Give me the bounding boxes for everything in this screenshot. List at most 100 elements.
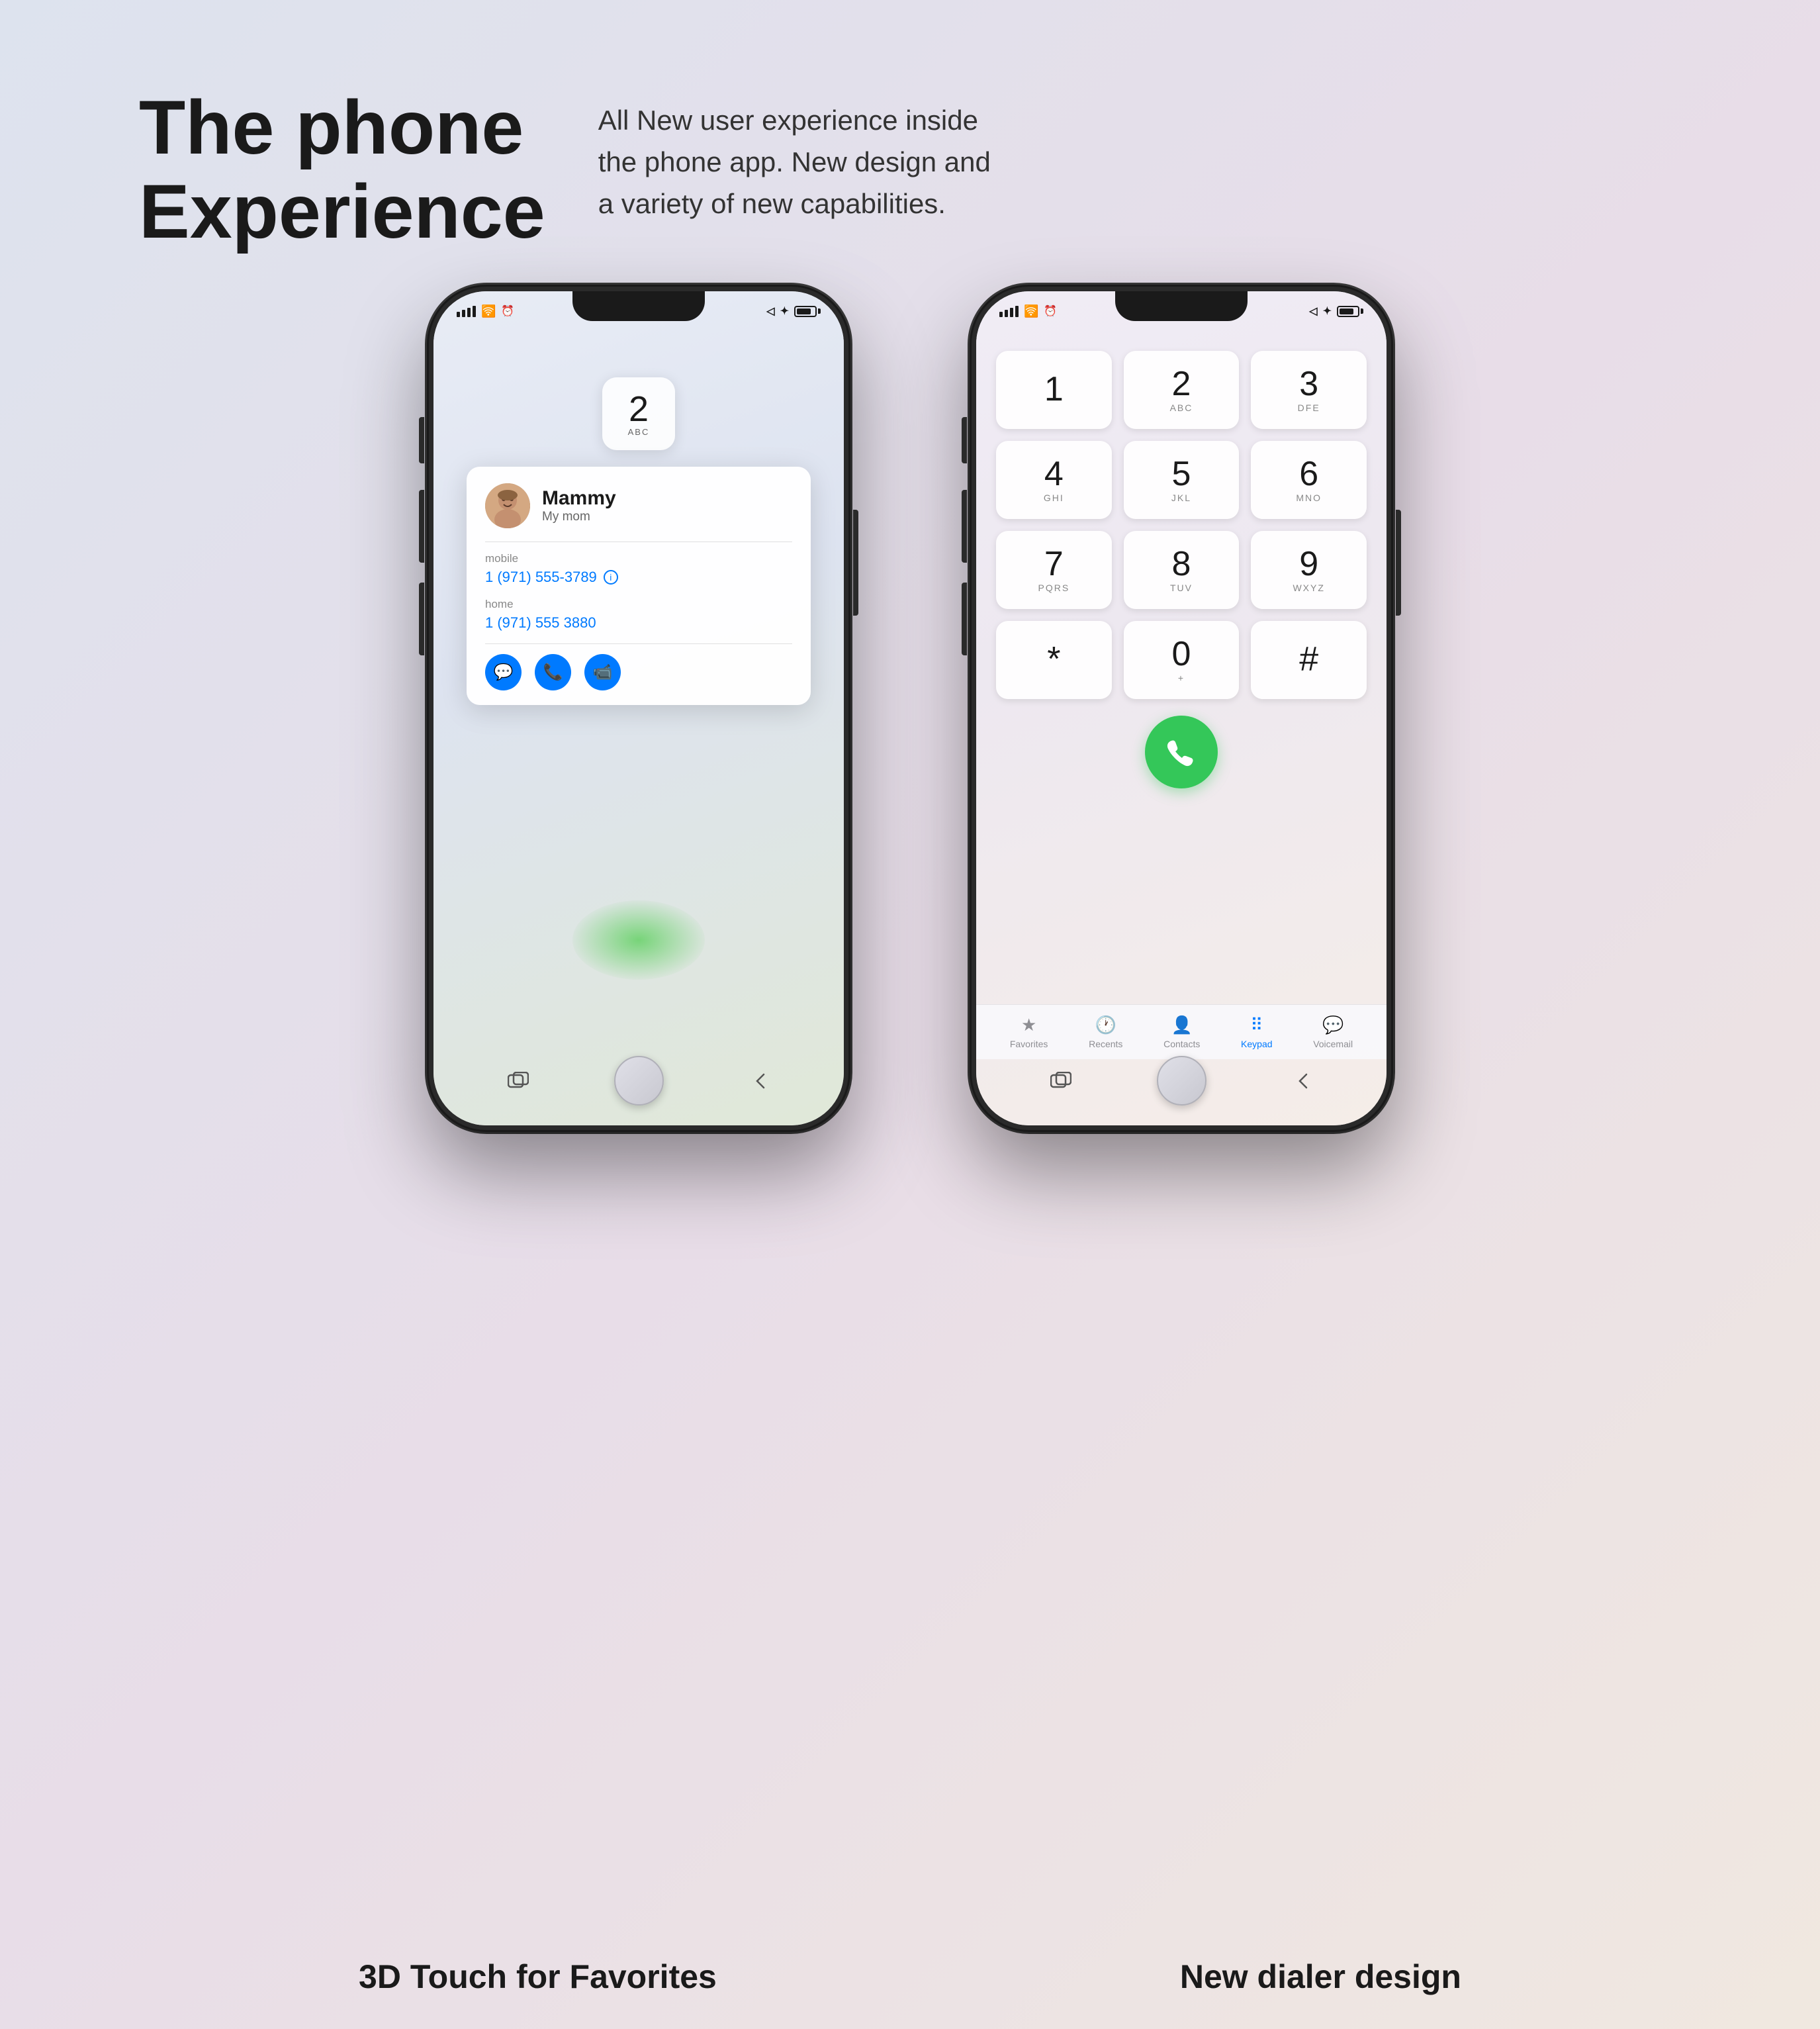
title-line1: The phone (139, 85, 523, 170)
volume-down-button (419, 583, 424, 655)
multitask-button[interactable] (498, 1061, 538, 1101)
battery-icon (794, 306, 821, 317)
title-line2: Experience (139, 169, 545, 254)
video-button[interactable]: 📹 (584, 654, 621, 690)
keypad-label: Keypad (1241, 1039, 1272, 1049)
dialer-key-2[interactable]: 2 ABC (602, 377, 675, 450)
signal-bar-3 (467, 308, 471, 317)
message-icon: 💬 (494, 663, 514, 682)
notch-2 (1115, 291, 1248, 321)
location-icon-2: ◁ (1309, 305, 1317, 318)
page-title: The phone Experience (139, 86, 545, 254)
alarm-icon: ⏰ (501, 305, 514, 318)
recents-label: Recents (1089, 1039, 1122, 1049)
voicemail-icon: 💬 (1322, 1015, 1343, 1035)
key-1[interactable]: 1 (996, 351, 1112, 429)
key-9[interactable]: 9 WXYZ (1251, 531, 1367, 609)
tab-voicemail[interactable]: 💬 Voicemail (1313, 1015, 1353, 1049)
key-hash[interactable]: # (1251, 621, 1367, 699)
tab-bar: ★ Favorites 🕐 Recents 👤 Contacts ⠿ Keypa… (976, 1004, 1387, 1059)
key-star[interactable]: * (996, 621, 1112, 699)
home-button-2[interactable] (1157, 1056, 1206, 1106)
caption-1: 3D Touch for Favorites (359, 1958, 717, 1996)
back-button-2[interactable] (1283, 1061, 1322, 1101)
status-left-2: 🛜 ⏰ (999, 305, 1057, 318)
battery-icon-2 (1337, 306, 1363, 317)
divider-2 (485, 643, 792, 644)
back-button[interactable] (740, 1061, 780, 1101)
signal-bar-1 (457, 312, 460, 317)
mute-button (419, 417, 424, 463)
phones-container: 🛜 ⏰ 9:41 ◁ ✦ 2 ABC (0, 285, 1820, 1132)
alarm-icon-2: ⏰ (1044, 305, 1057, 318)
phone-2-frame: 🛜 ⏰ 9:41 ◁ ✦ (970, 285, 1393, 1132)
contacts-icon: 👤 (1171, 1015, 1193, 1035)
mobile-label: mobile (485, 552, 792, 565)
bottom-bar-1 (433, 1056, 844, 1106)
wifi-icon-2: 🛜 (1024, 305, 1038, 318)
video-icon: 📹 (593, 663, 613, 682)
status-right-1: ◁ ✦ (766, 305, 821, 318)
bluetooth-icon: ✦ (780, 305, 789, 318)
bottom-bar-2 (976, 1056, 1387, 1106)
tab-recents[interactable]: 🕐 Recents (1089, 1015, 1122, 1049)
volume-up-button (419, 490, 424, 563)
favorites-label: Favorites (1010, 1039, 1048, 1049)
status-left-1: 🛜 ⏰ (457, 305, 514, 318)
key-2[interactable]: 2 ABC (1124, 351, 1240, 429)
voicemail-label: Voicemail (1313, 1039, 1353, 1049)
wifi-icon: 🛜 (481, 305, 496, 318)
key-7[interactable]: 7 PQRS (996, 531, 1112, 609)
caption-2: New dialer design (1180, 1958, 1461, 1996)
home-number[interactable]: 1 (971) 555 3880 (485, 614, 792, 632)
key-4[interactable]: 4 GHI (996, 441, 1112, 519)
phone-1-screen: 🛜 ⏰ 9:41 ◁ ✦ 2 ABC (433, 291, 844, 1125)
status-right-2: ◁ ✦ (1309, 305, 1363, 318)
keypad: 1 2 ABC 3 DFE 4 GHI (996, 351, 1367, 788)
contact-name: Mammy (542, 487, 616, 510)
keypad-grid: 1 2 ABC 3 DFE 4 GHI (996, 351, 1367, 699)
tab-contacts[interactable]: 👤 Contacts (1163, 1015, 1200, 1049)
green-glow (572, 900, 705, 980)
bluetooth-icon-2: ✦ (1323, 305, 1332, 318)
key-5[interactable]: 5 JKL (1124, 441, 1240, 519)
key-letters: ABC (628, 427, 650, 437)
phone-handset-icon (1165, 735, 1198, 769)
tab-keypad[interactable]: ⠿ Keypad (1241, 1015, 1272, 1049)
signal-icon (457, 306, 476, 317)
notch-1 (572, 291, 705, 321)
key-0[interactable]: 0 + (1124, 621, 1240, 699)
favorites-icon: ★ (1021, 1015, 1036, 1035)
signal-bar-4 (473, 306, 476, 317)
call-button[interactable]: 📞 (535, 654, 571, 690)
signal-icon-2 (999, 306, 1019, 317)
key-8[interactable]: 8 TUV (1124, 531, 1240, 609)
recents-icon: 🕐 (1095, 1015, 1116, 1035)
multitask-button-2[interactable] (1041, 1061, 1081, 1101)
contact-header: Mammy My mom (485, 483, 792, 528)
avatar-image (485, 483, 530, 528)
avatar (485, 483, 530, 528)
contact-card: Mammy My mom mobile 1 (971) 555-3789 i h… (467, 467, 811, 705)
contacts-label: Contacts (1163, 1039, 1200, 1049)
header-description: All New user experience inside the phone… (598, 86, 1009, 224)
phone-1-frame: 🛜 ⏰ 9:41 ◁ ✦ 2 ABC (427, 285, 850, 1132)
contact-subtitle: My mom (542, 510, 616, 524)
home-label: home (485, 598, 792, 611)
header-section: The phone Experience All New user experi… (139, 86, 1009, 254)
key-6[interactable]: 6 MNO (1251, 441, 1367, 519)
info-icon[interactable]: i (604, 570, 618, 585)
tab-favorites[interactable]: ★ Favorites (1010, 1015, 1048, 1049)
mobile-number[interactable]: 1 (971) 555-3789 i (485, 569, 792, 586)
mute-button-2 (962, 417, 967, 463)
power-button (853, 510, 858, 616)
phone-icon: 📞 (543, 663, 563, 682)
power-button-2 (1396, 510, 1401, 616)
home-button[interactable] (614, 1056, 664, 1106)
phone-2-screen: 🛜 ⏰ 9:41 ◁ ✦ (976, 291, 1387, 1125)
captions-section: 3D Touch for Favorites New dialer design (0, 1958, 1820, 1996)
volume-up-button-2 (962, 490, 967, 563)
message-button[interactable]: 💬 (485, 654, 522, 690)
call-green-button[interactable] (1145, 716, 1218, 788)
key-3[interactable]: 3 DFE (1251, 351, 1367, 429)
